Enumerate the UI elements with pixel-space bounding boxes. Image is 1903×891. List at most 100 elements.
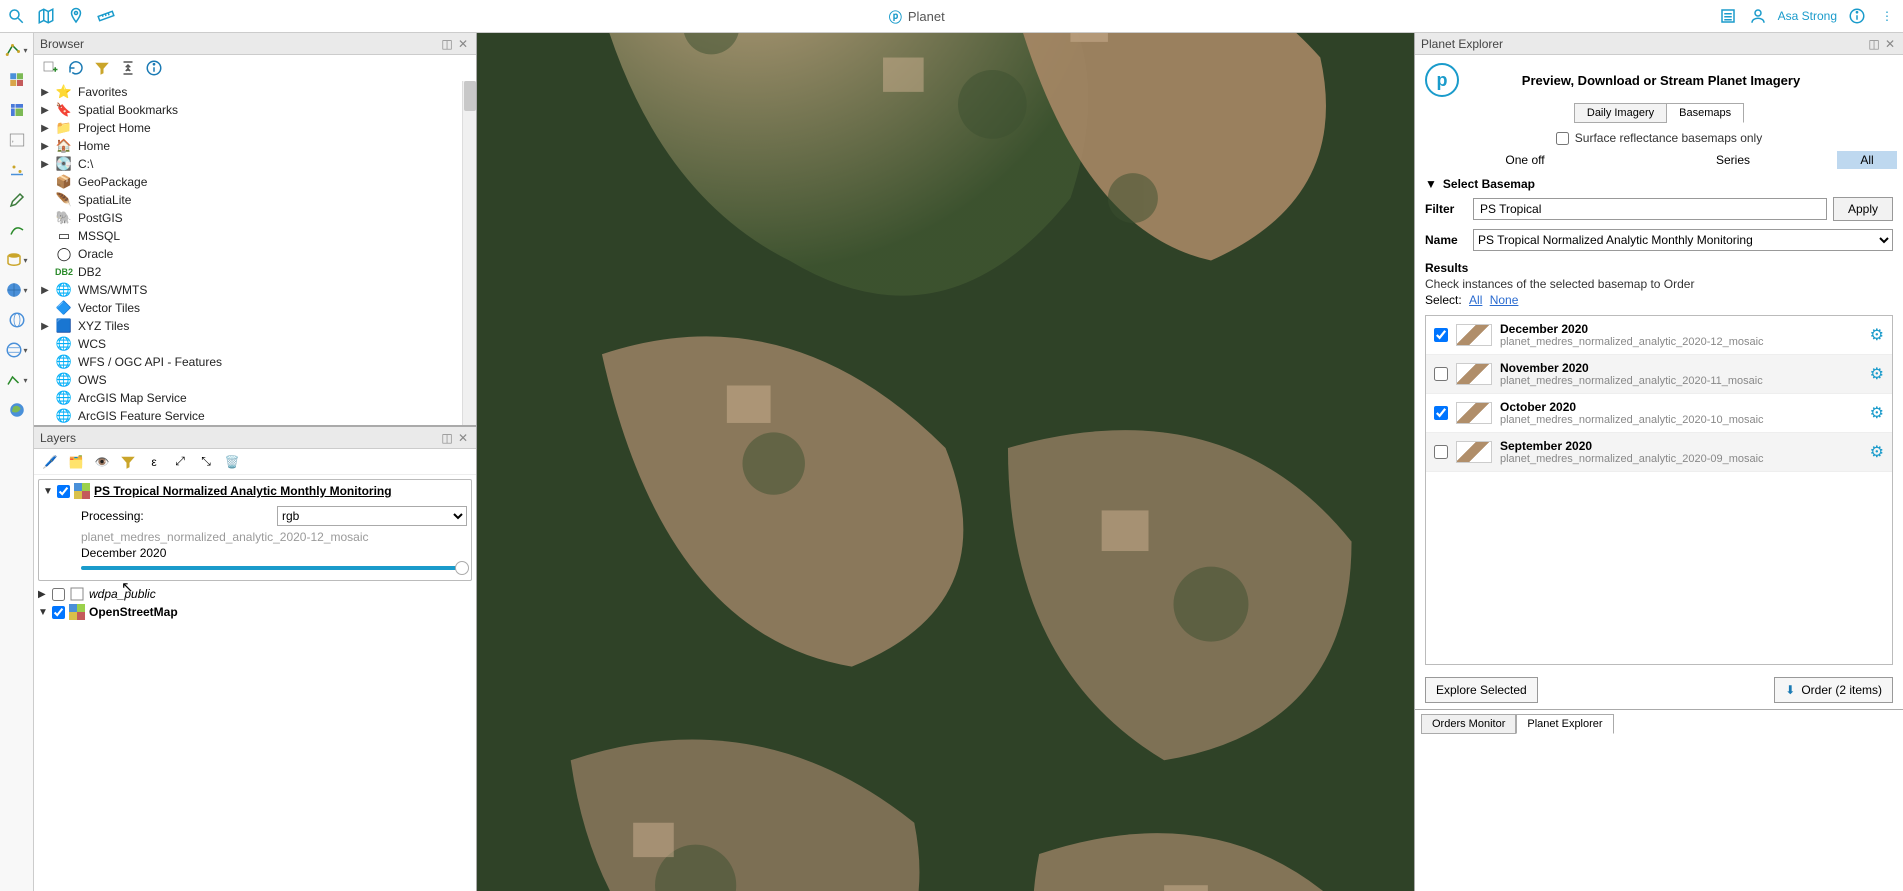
list-icon[interactable] xyxy=(1718,6,1738,26)
tab-orders-monitor[interactable]: Orders Monitor xyxy=(1421,714,1516,734)
result-checkbox[interactable] xyxy=(1434,406,1448,420)
result-item[interactable]: November 2020 planet_medres_normalized_a… xyxy=(1426,355,1892,394)
edit-tool-button[interactable] xyxy=(3,187,31,213)
globe3-tool-button[interactable]: ▾ xyxy=(3,337,31,363)
search-icon[interactable] xyxy=(6,6,26,26)
tree-item[interactable]: 🌐WCS xyxy=(40,335,476,353)
segment-series[interactable]: Series xyxy=(1629,151,1837,169)
undock-icon[interactable]: ◫ xyxy=(1867,37,1881,51)
props-icon[interactable] xyxy=(144,58,164,78)
close-icon[interactable]: ✕ xyxy=(456,431,470,445)
order-button[interactable]: ⬇ Order (2 items) xyxy=(1774,677,1893,703)
tree-item[interactable]: ▶🏠Home xyxy=(40,137,476,155)
remove-icon[interactable]: 🗑️ xyxy=(222,452,242,472)
slider-thumb[interactable] xyxy=(455,561,469,575)
segment-oneoff[interactable]: One off xyxy=(1421,151,1629,169)
select-none-link[interactable]: None xyxy=(1490,293,1519,307)
tree-item[interactable]: 🌐ArcGIS Map Service xyxy=(40,389,476,407)
delim-tool-button[interactable]: , xyxy=(3,127,31,153)
tree-item[interactable]: 🌐OWS xyxy=(40,371,476,389)
filter-icon[interactable] xyxy=(92,58,112,78)
path-tool-button[interactable] xyxy=(3,217,31,243)
tab-daily-imagery[interactable]: Daily Imagery xyxy=(1574,103,1667,123)
db-tool-button[interactable]: ▾ xyxy=(3,247,31,273)
tree-item[interactable]: 🔷Vector Tiles xyxy=(40,299,476,317)
segment-all[interactable]: All xyxy=(1837,151,1897,169)
world-tool-button[interactable] xyxy=(3,397,31,423)
basemap-name-select[interactable]: PS Tropical Normalized Analytic Monthly … xyxy=(1473,229,1893,251)
tree-item[interactable]: ▶⭐Favorites xyxy=(40,83,476,101)
vpath-tool-button[interactable]: ▾ xyxy=(3,367,31,393)
expr-icon[interactable]: ε xyxy=(144,452,164,472)
browser-tree[interactable]: ▶⭐Favorites ▶🔖Spatial Bookmarks ▶📁Projec… xyxy=(34,81,476,425)
user-name[interactable]: Asa Strong xyxy=(1778,9,1837,23)
tree-item[interactable]: 🌐ArcGIS Feature Service xyxy=(40,407,476,425)
apply-button[interactable]: Apply xyxy=(1833,197,1893,221)
style-icon[interactable]: 🖊️ xyxy=(40,452,60,472)
result-item[interactable]: September 2020 planet_medres_normalized_… xyxy=(1426,433,1892,472)
globe2-tool-button[interactable] xyxy=(3,307,31,333)
layer-item[interactable]: ▼ OpenStreetMap xyxy=(38,603,472,621)
tree-item[interactable]: ▶💽C:\ xyxy=(40,155,476,173)
result-checkbox[interactable] xyxy=(1434,367,1448,381)
info-icon[interactable] xyxy=(1847,6,1867,26)
browser-scrollbar[interactable] xyxy=(462,81,476,425)
surface-reflectance-checkbox[interactable] xyxy=(1556,132,1569,145)
expand-icon[interactable]: ⤢ xyxy=(170,452,190,472)
time-slider[interactable]: ↖ xyxy=(81,566,463,570)
tab-basemaps[interactable]: Basemaps xyxy=(1667,103,1744,123)
gear-icon[interactable]: ⚙ xyxy=(1870,364,1884,384)
gear-icon[interactable]: ⚙ xyxy=(1870,442,1884,462)
vector-tool-button[interactable]: ▾ xyxy=(3,37,31,63)
result-item[interactable]: October 2020 planet_medres_normalized_an… xyxy=(1426,394,1892,433)
tab-planet-explorer[interactable]: Planet Explorer xyxy=(1516,714,1613,734)
layer-visibility-checkbox[interactable] xyxy=(52,588,65,601)
tree-item[interactable]: ◯Oracle xyxy=(40,245,476,263)
layer-item[interactable]: ▼ PS Tropical Normalized Analytic Monthl… xyxy=(43,482,467,500)
layer-visibility-checkbox[interactable] xyxy=(57,485,70,498)
mesh-tool-button[interactable] xyxy=(3,97,31,123)
tree-item[interactable]: ▶🟦XYZ Tiles xyxy=(40,317,476,335)
refresh-icon[interactable] xyxy=(66,58,86,78)
map-icon[interactable] xyxy=(36,6,56,26)
undock-icon[interactable]: ◫ xyxy=(440,37,454,51)
filter-icon[interactable] xyxy=(118,452,138,472)
globe-tool-button[interactable]: ▾ xyxy=(3,277,31,303)
kebab-icon[interactable]: ⋮ xyxy=(1877,6,1897,26)
explore-selected-button[interactable]: Explore Selected xyxy=(1425,677,1538,703)
layer-visibility-checkbox[interactable] xyxy=(52,606,65,619)
result-checkbox[interactable] xyxy=(1434,445,1448,459)
tree-item[interactable]: 🪶SpatiaLite xyxy=(40,191,476,209)
add-group-icon[interactable]: 🗂️ xyxy=(66,452,86,472)
point-tool-button[interactable] xyxy=(3,157,31,183)
result-checkbox[interactable] xyxy=(1434,328,1448,342)
results-list[interactable]: December 2020 planet_medres_normalized_a… xyxy=(1425,315,1893,665)
user-icon[interactable] xyxy=(1748,6,1768,26)
collapse-icon[interactable]: ⤡ xyxy=(196,452,216,472)
close-icon[interactable]: ✕ xyxy=(456,37,470,51)
result-item[interactable]: December 2020 planet_medres_normalized_a… xyxy=(1426,316,1892,355)
tree-item[interactable]: DB2DB2 xyxy=(40,263,476,281)
map-canvas[interactable] xyxy=(477,33,1414,891)
collapse-all-icon[interactable] xyxy=(118,58,138,78)
select-all-link[interactable]: All xyxy=(1469,293,1482,307)
tree-item[interactable]: ▭MSSQL xyxy=(40,227,476,245)
tree-item[interactable]: 📦GeoPackage xyxy=(40,173,476,191)
undock-icon[interactable]: ◫ xyxy=(440,431,454,445)
gear-icon[interactable]: ⚙ xyxy=(1870,403,1884,423)
tree-item[interactable]: 🐘PostGIS xyxy=(40,209,476,227)
ruler-icon[interactable] xyxy=(96,6,116,26)
visibility-icon[interactable]: 👁️ xyxy=(92,452,112,472)
close-icon[interactable]: ✕ xyxy=(1883,37,1897,51)
filter-input[interactable] xyxy=(1473,198,1827,220)
processing-select[interactable]: rgb xyxy=(277,506,467,526)
layer-item[interactable]: ▶ wdpa_public xyxy=(38,585,472,603)
pin-icon[interactable] xyxy=(66,6,86,26)
gear-icon[interactable]: ⚙ xyxy=(1870,325,1884,345)
tree-item[interactable]: 🌐WFS / OGC API - Features xyxy=(40,353,476,371)
raster-tool-button[interactable] xyxy=(3,67,31,93)
add-layer-icon[interactable] xyxy=(40,58,60,78)
tree-item[interactable]: ▶📁Project Home xyxy=(40,119,476,137)
tree-item[interactable]: ▶🌐WMS/WMTS xyxy=(40,281,476,299)
select-basemap-collapser[interactable]: ▼ Select Basemap xyxy=(1415,175,1903,193)
